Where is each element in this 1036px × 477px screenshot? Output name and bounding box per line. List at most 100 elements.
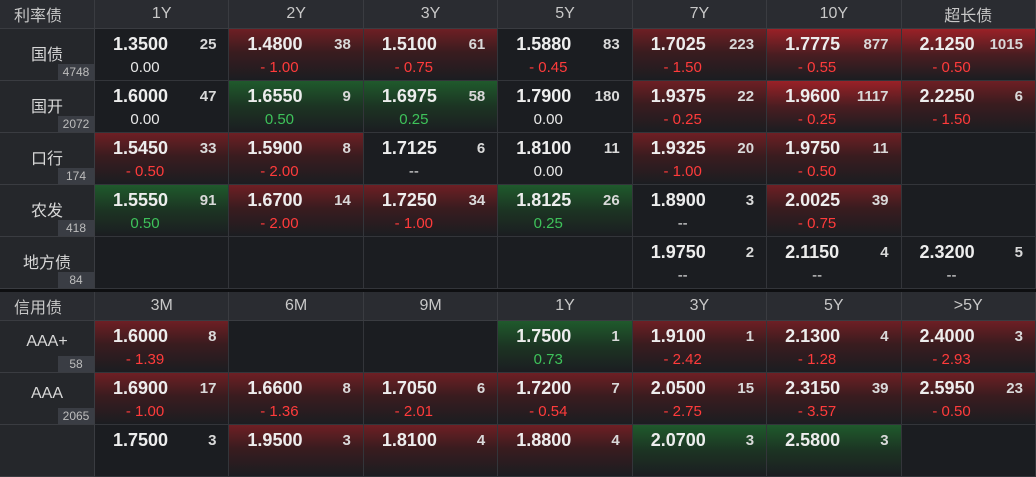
row-count-badge: 84 — [58, 272, 94, 288]
section-title[interactable]: 利率债 — [0, 0, 95, 29]
column-header-tenor[interactable]: 5Y — [498, 0, 633, 29]
quote-cell[interactable] — [901, 133, 1036, 185]
quote-cell[interactable]: 2.2250 6 - 1.50 — [901, 81, 1036, 133]
row-count-badge: 418 — [58, 220, 94, 236]
quote-cell[interactable]: 2.1150 4 -- — [767, 237, 902, 289]
quote-cell[interactable]: 1.9325 20 - 1.00 — [632, 133, 768, 185]
quote-cell[interactable] — [498, 237, 633, 289]
quote-cell[interactable]: 1.6000 8 - 1.39 — [95, 321, 230, 373]
quote-cell[interactable]: 1.5100 61 - 0.75 — [363, 29, 499, 81]
quote-cell[interactable]: 2.3200 5 -- — [901, 237, 1036, 289]
bond-quote-grid: 利率债 1Y 2Y 3Y 5Y 7Y 10Y 超长债 国债 4748 1.3500 25 0.00 1.4… — [0, 0, 1036, 477]
quote-cell[interactable]: 1.3500 25 0.00 — [95, 29, 230, 81]
quote-volume: 25 — [199, 36, 217, 53]
column-header-tenor[interactable]: 1Y — [498, 292, 633, 321]
quote-cell[interactable]: 1.7500 3 — [95, 425, 230, 477]
quote-cell[interactable]: 2.1250 1015 - 0.50 — [901, 29, 1036, 81]
row-label-cell[interactable]: AAA+ 58 — [0, 321, 95, 373]
column-header-tenor[interactable]: 1Y — [95, 0, 230, 29]
quote-volume: 7 — [611, 380, 620, 397]
quote-change: - 0.75 — [394, 59, 434, 76]
quote-cell[interactable]: 1.5900 8 - 2.00 — [229, 133, 364, 185]
column-header-tenor[interactable]: 5Y — [767, 292, 902, 321]
quote-cell[interactable]: 2.0700 3 — [632, 425, 768, 477]
quote-cell[interactable]: 1.9750 11 - 0.50 — [767, 133, 902, 185]
quote-cell[interactable]: 1.7200 7 - 0.54 — [498, 373, 633, 425]
quote-cell[interactable] — [95, 237, 230, 289]
column-header-tenor[interactable]: 超长债 — [901, 0, 1036, 29]
column-header-tenor[interactable]: 2Y — [229, 0, 364, 29]
quote-cell[interactable]: 1.4800 38 - 1.00 — [229, 29, 364, 81]
quote-cell[interactable] — [229, 321, 364, 373]
quote-cell[interactable]: 2.1300 4 - 1.28 — [767, 321, 902, 373]
quote-cell[interactable]: 1.5880 83 - 0.45 — [498, 29, 633, 81]
row-label-cell[interactable]: 国债 4748 — [0, 29, 95, 81]
quote-cell[interactable] — [229, 237, 364, 289]
quote-cell[interactable]: 1.7050 6 - 2.01 — [363, 373, 499, 425]
quote-cell[interactable]: 1.6900 17 - 1.00 — [95, 373, 230, 425]
quote-cell[interactable]: 1.5550 91 0.50 — [95, 185, 230, 237]
quote-cell[interactable]: 2.5950 23 - 0.50 — [901, 373, 1036, 425]
quote-cell[interactable]: 1.8125 26 0.25 — [498, 185, 633, 237]
quote-cell[interactable]: 2.0500 15 - 2.75 — [632, 373, 768, 425]
quote-cell[interactable]: 1.9600 1117 - 0.25 — [767, 81, 902, 133]
row-label-cell[interactable]: 农发 418 — [0, 185, 95, 237]
quote-cell[interactable]: 1.6600 8 - 1.36 — [229, 373, 364, 425]
quote-change: - 0.50 — [932, 403, 971, 420]
quote-volume: 1117 — [856, 88, 889, 105]
column-header-tenor[interactable]: 10Y — [767, 0, 902, 29]
quote-change: 0.00 — [533, 111, 563, 128]
quote-cell[interactable] — [363, 237, 499, 289]
section-title[interactable]: 信用债 — [0, 292, 95, 321]
quote-cell[interactable]: 1.6700 14 - 2.00 — [229, 185, 364, 237]
quote-cell[interactable]: 1.5450 33 - 0.50 — [95, 133, 230, 185]
column-header-tenor[interactable]: 3M — [95, 292, 230, 321]
quote-cell[interactable]: 1.7025 223 - 1.50 — [632, 29, 768, 81]
quote-cell[interactable]: 1.8900 3 -- — [632, 185, 768, 237]
quote-rate: 1.6600 — [247, 378, 303, 398]
quote-cell[interactable]: 1.9500 3 — [229, 425, 364, 477]
quote-rate: 1.5550 — [113, 190, 169, 210]
quote-cell[interactable]: 1.6550 9 0.50 — [229, 81, 364, 133]
quote-change: - 0.55 — [797, 59, 837, 76]
quote-cell[interactable]: 2.0025 39 - 0.75 — [767, 185, 902, 237]
row-label-cell[interactable]: 国开 2072 — [0, 81, 95, 133]
quote-change: -- — [812, 267, 823, 284]
quote-cell[interactable]: 1.7775 877 - 0.55 — [767, 29, 902, 81]
row-label-cell[interactable]: AAA 2065 — [0, 373, 95, 425]
column-header-tenor[interactable]: 3Y — [632, 292, 768, 321]
quote-cell[interactable]: 1.6975 58 0.25 — [363, 81, 499, 133]
quote-cell[interactable]: 2.4000 3 - 2.93 — [901, 321, 1036, 373]
row-label-cell[interactable] — [0, 425, 95, 477]
column-header-tenor[interactable]: 9M — [363, 292, 499, 321]
row-label-name: AAA+ — [26, 333, 68, 350]
column-header-tenor[interactable]: 6M — [229, 292, 364, 321]
quote-cell[interactable]: 1.6000 47 0.00 — [95, 81, 230, 133]
quote-rate: 1.5450 — [113, 138, 169, 158]
column-header-tenor[interactable]: >5Y — [901, 292, 1036, 321]
quote-cell[interactable]: 2.5800 3 — [767, 425, 902, 477]
quote-cell[interactable] — [363, 321, 499, 373]
quote-cell[interactable]: 1.8800 4 — [498, 425, 633, 477]
column-header-tenor[interactable]: 3Y — [363, 0, 499, 29]
quote-cell[interactable]: 1.7900 180 0.00 — [498, 81, 633, 133]
quote-rate: 2.3200 — [919, 242, 975, 262]
quote-cell[interactable] — [901, 185, 1036, 237]
quote-cell[interactable]: 1.9100 1 - 2.42 — [632, 321, 768, 373]
quote-cell[interactable]: 2.3150 39 - 3.57 — [767, 373, 902, 425]
quote-cell[interactable]: 1.8100 4 — [363, 425, 499, 477]
quote-cell[interactable]: 1.7125 6 -- — [363, 133, 499, 185]
quote-volume: 3 — [745, 192, 755, 209]
quote-change: 0.50 — [264, 111, 295, 128]
quote-cell[interactable]: 1.9750 2 -- — [632, 237, 768, 289]
quote-cell[interactable]: 1.7500 1 0.73 — [498, 321, 633, 373]
row-label-cell[interactable]: 口行 174 — [0, 133, 95, 185]
quote-cell[interactable]: 1.9375 22 - 0.25 — [632, 81, 768, 133]
column-header-tenor[interactable]: 7Y — [632, 0, 768, 29]
quote-cell[interactable] — [901, 425, 1036, 477]
quote-cell[interactable]: 1.8100 11 0.00 — [498, 133, 633, 185]
row-label-cell[interactable]: 地方债 84 — [0, 237, 95, 289]
quote-cell[interactable]: 1.7250 34 - 1.00 — [363, 185, 499, 237]
quote-volume: 6 — [476, 140, 486, 157]
quote-change: - 2.00 — [260, 215, 299, 232]
